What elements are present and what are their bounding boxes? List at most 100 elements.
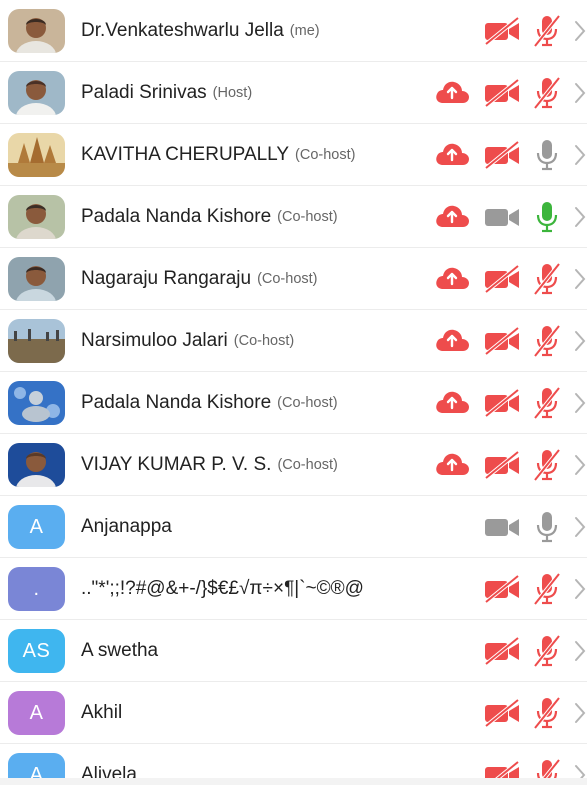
avatar (8, 443, 65, 487)
avatar (8, 9, 65, 53)
mic-muted-icon[interactable] (532, 262, 562, 296)
mic-muted-icon[interactable] (532, 386, 562, 420)
cloud-upload-icon (434, 79, 470, 105)
participant-name: Anjanappa (81, 516, 172, 537)
participants-list: Dr.Venkateshwarlu Jella (me) Paladi Sriniv… (0, 0, 587, 785)
avatar (8, 381, 65, 425)
mic-muted-icon[interactable] (532, 324, 562, 358)
participant-name: Padala Nanda Kishore (81, 206, 272, 227)
video-off-icon[interactable] (484, 141, 520, 169)
participant-role: (Co-host) (277, 395, 338, 411)
participant-name-wrap: VIJAY KUMAR P. V. S. (Co-host) (81, 434, 437, 496)
video-off-icon[interactable] (484, 327, 520, 355)
avatar: . (8, 567, 65, 611)
chevron-right-icon[interactable] (574, 392, 586, 419)
participant-name-wrap: Anjanappa (81, 496, 437, 558)
participant-name-wrap: Nagaraju Rangaraju (Co-host) (81, 248, 437, 310)
chevron-right-icon[interactable] (574, 144, 586, 171)
participant-row[interactable]: . .."*';;!?#@&+-/}$€£√π÷×¶|`~©®@ (0, 558, 587, 620)
participant-name-wrap: Akhil (81, 682, 437, 744)
participant-name-wrap: Paladi Srinivas (Host) (81, 62, 437, 124)
participant-name: A swetha (81, 640, 159, 661)
video-off-icon[interactable] (484, 699, 520, 727)
participant-row[interactable]: Dr.Venkateshwarlu Jella (me) (0, 0, 587, 62)
avatar: A (8, 691, 65, 735)
video-camera-icon[interactable] (484, 203, 520, 231)
bottom-edge (0, 778, 587, 785)
avatar: A (8, 505, 65, 549)
avatar (8, 133, 65, 177)
video-off-icon[interactable] (484, 17, 520, 45)
mic-muted-icon[interactable] (532, 572, 562, 606)
participant-row[interactable]: Nagaraju Rangaraju (Co-host) (0, 248, 587, 310)
participant-name-wrap: Dr.Venkateshwarlu Jella (me) (81, 0, 437, 62)
video-off-icon[interactable] (484, 637, 520, 665)
participant-name-wrap: Padala Nanda Kishore (Co-host) (81, 186, 437, 248)
avatar (8, 257, 65, 301)
participant-row[interactable]: Padala Nanda Kishore (Co-host) (0, 186, 587, 248)
participant-name: Dr.Venkateshwarlu Jella (81, 20, 284, 41)
participant-name-wrap: KAVITHA CHERUPALLY (Co-host) (81, 124, 437, 186)
video-off-icon[interactable] (484, 451, 520, 479)
participant-row[interactable]: KAVITHA CHERUPALLY (Co-host) (0, 124, 587, 186)
avatar: AS (8, 629, 65, 673)
cloud-upload-icon (434, 265, 470, 291)
participant-row[interactable]: Paladi Srinivas (Host) (0, 62, 587, 124)
video-off-icon[interactable] (484, 265, 520, 293)
mic-muted-icon[interactable] (532, 634, 562, 668)
avatar (8, 71, 65, 115)
chevron-right-icon[interactable] (574, 206, 586, 233)
participant-name: Narsimuloo Jalari (81, 330, 228, 351)
cloud-upload-icon (434, 141, 470, 167)
cloud-upload-icon (434, 451, 470, 477)
chevron-right-icon[interactable] (574, 20, 586, 47)
participant-role: (Co-host) (295, 147, 356, 163)
participant-name: Nagaraju Rangaraju (81, 268, 252, 289)
participant-row[interactable]: VIJAY KUMAR P. V. S. (Co-host) (0, 434, 587, 496)
chevron-right-icon[interactable] (574, 268, 586, 295)
participant-name: Paladi Srinivas (81, 82, 207, 103)
mic-icon[interactable] (532, 510, 562, 544)
participant-role: (Co-host) (233, 333, 295, 349)
mic-muted-icon[interactable] (532, 76, 562, 110)
cloud-upload-icon (434, 203, 470, 229)
video-off-icon[interactable] (484, 575, 520, 603)
chevron-right-icon[interactable] (574, 82, 586, 109)
participant-role: (Co-host) (277, 209, 338, 225)
chevron-right-icon[interactable] (574, 516, 586, 543)
mic-active-icon[interactable] (532, 200, 562, 234)
avatar (8, 195, 65, 239)
participant-name: Padala Nanda Kishore (81, 392, 272, 413)
participant-role: (Co-host) (277, 457, 338, 473)
participant-role: (Co-host) (257, 271, 318, 287)
participant-row[interactable]: A Anjanappa (0, 496, 587, 558)
chevron-right-icon[interactable] (574, 454, 586, 481)
mic-icon[interactable] (532, 138, 562, 172)
participant-name: .."*';;!?#@&+-/}$€£√π÷×¶|`~©®@ (81, 578, 364, 599)
cloud-upload-icon (434, 389, 470, 415)
cloud-upload-icon (434, 327, 470, 353)
participant-row[interactable]: AS A swetha (0, 620, 587, 682)
participant-name-wrap: .."*';;!?#@&+-/}$€£√π÷×¶|`~©®@ (81, 558, 437, 620)
participant-name: VIJAY KUMAR P. V. S. (81, 454, 272, 475)
participant-row[interactable]: Padala Nanda Kishore (Co-host) (0, 372, 587, 434)
avatar (8, 319, 65, 363)
mic-muted-icon[interactable] (532, 448, 562, 482)
video-off-icon[interactable] (484, 389, 520, 417)
participant-name: Akhil (81, 702, 123, 723)
participant-name: KAVITHA CHERUPALLY (81, 144, 290, 165)
participant-row[interactable]: A Akhil (0, 682, 587, 744)
participant-name-wrap: Narsimuloo Jalari (Co-host) (81, 310, 437, 372)
mic-muted-icon[interactable] (532, 696, 562, 730)
chevron-right-icon[interactable] (574, 702, 586, 729)
chevron-right-icon[interactable] (574, 640, 586, 667)
video-off-icon[interactable] (484, 79, 520, 107)
mic-muted-icon[interactable] (532, 14, 562, 48)
chevron-right-icon[interactable] (574, 330, 586, 357)
participant-role: (Host) (212, 85, 253, 101)
video-camera-icon[interactable] (484, 513, 520, 541)
participant-name-wrap: Padala Nanda Kishore (Co-host) (81, 372, 437, 434)
participant-name-wrap: A swetha (81, 620, 437, 682)
chevron-right-icon[interactable] (574, 578, 586, 605)
participant-row[interactable]: Narsimuloo Jalari (Co-host) (0, 310, 587, 372)
